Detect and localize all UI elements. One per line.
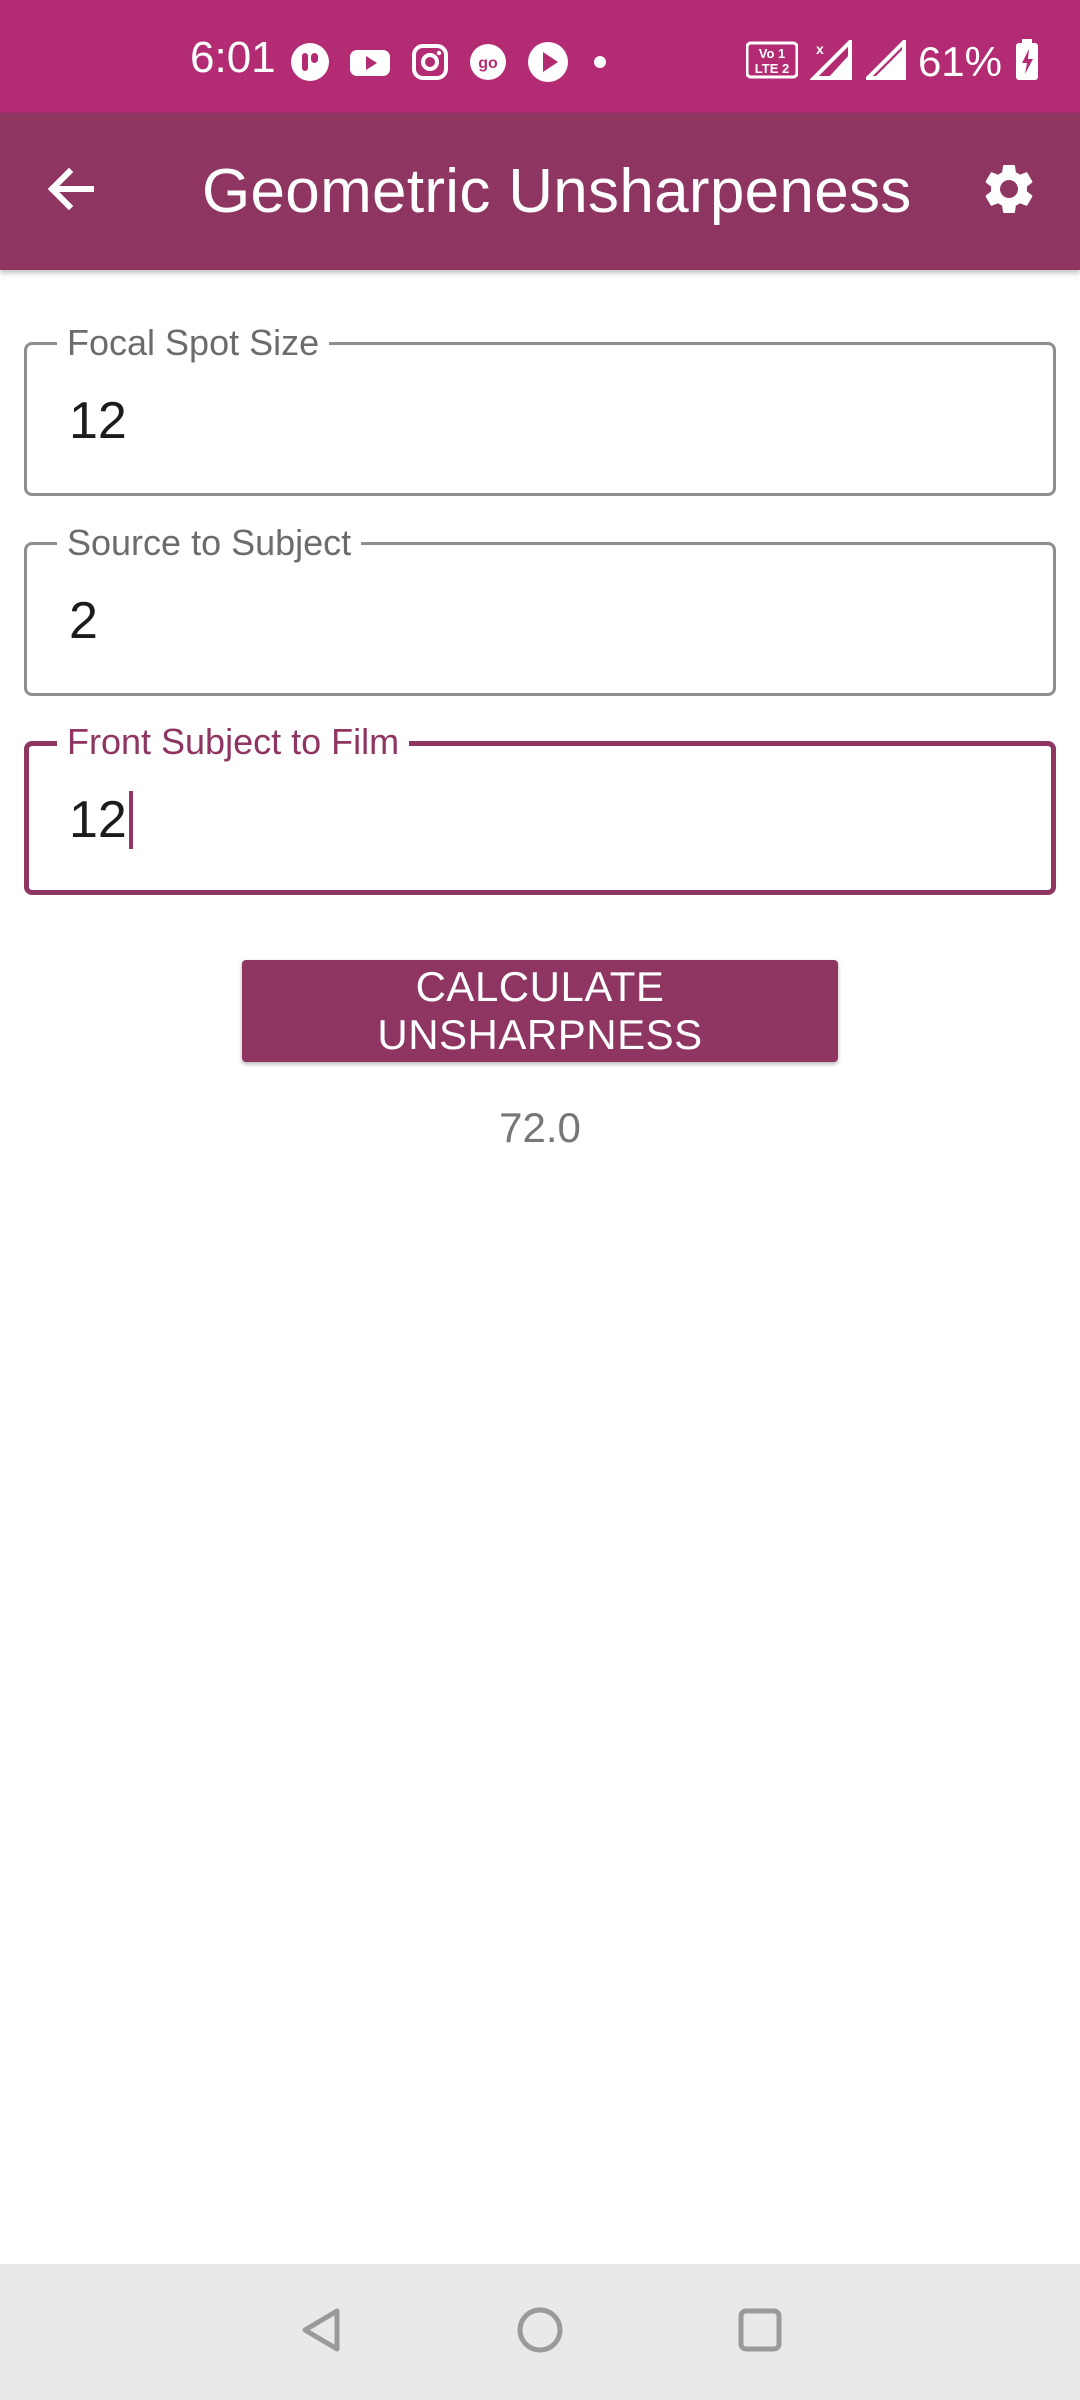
back-triangle-icon: [297, 2305, 347, 2360]
status-time: 6:01: [190, 33, 276, 82]
volte-icon: Vo 1 LTE 2: [745, 40, 799, 85]
source-to-subject-field[interactable]: Source to Subject 2: [24, 521, 1056, 696]
text-cursor: [128, 791, 133, 849]
battery-charging-icon: [1014, 38, 1040, 87]
svg-text:go: go: [478, 55, 498, 72]
play-icon: [526, 40, 570, 89]
arrow-back-icon: [43, 161, 99, 222]
nav-back-button[interactable]: [282, 2292, 362, 2372]
instagram-icon: [410, 42, 450, 87]
front-subject-to-film-label: Front Subject to Film: [57, 720, 410, 764]
focal-spot-size-label: Focal Spot Size: [57, 321, 330, 365]
signal-icon: [863, 36, 906, 85]
svg-text:x: x: [816, 41, 824, 57]
battery-percent: 61%: [917, 38, 1002, 85]
dot-icon: [588, 42, 612, 87]
youtube-icon: [348, 42, 392, 87]
notification-icons: go: [290, 41, 612, 87]
settings-button[interactable]: [968, 150, 1050, 232]
tiktok-icon: [290, 42, 330, 87]
page-title: Geometric Unsharpeness: [202, 157, 912, 226]
result-value: 72.0: [499, 1104, 581, 1151]
front-subject-to-film-field[interactable]: Front Subject to Film 12: [24, 720, 1056, 895]
calculate-unsharpness-button[interactable]: CALCULATE UNSHARPNESS: [242, 960, 838, 1062]
svg-text:Vo 1: Vo 1: [759, 46, 786, 61]
source-to-subject-label: Source to Subject: [57, 521, 362, 565]
gear-icon: [979, 159, 1039, 224]
status-bar: 6:01 go Vo 1 LTE 2 x 61%: [0, 0, 1080, 113]
navigation-bar: [0, 2264, 1080, 2400]
app-bar: Geometric Unsharpeness: [0, 113, 1080, 270]
nav-recents-button[interactable]: [720, 2292, 800, 2372]
nav-home-button[interactable]: [500, 2292, 580, 2372]
svg-text:LTE 2: LTE 2: [755, 61, 789, 76]
back-button[interactable]: [30, 150, 112, 232]
focal-spot-size-field[interactable]: Focal Spot Size 12: [24, 321, 1056, 496]
focal-spot-size-value: 12: [69, 392, 127, 450]
source-to-subject-value: 2: [69, 592, 98, 650]
signal-icon: x: [809, 36, 854, 85]
home-circle-icon: [515, 2305, 565, 2360]
recents-square-icon: [735, 2305, 785, 2360]
go-icon: go: [468, 42, 508, 87]
front-subject-to-film-value: 12: [69, 791, 127, 849]
system-icons: Vo 1 LTE 2 x 61%: [745, 36, 1040, 87]
